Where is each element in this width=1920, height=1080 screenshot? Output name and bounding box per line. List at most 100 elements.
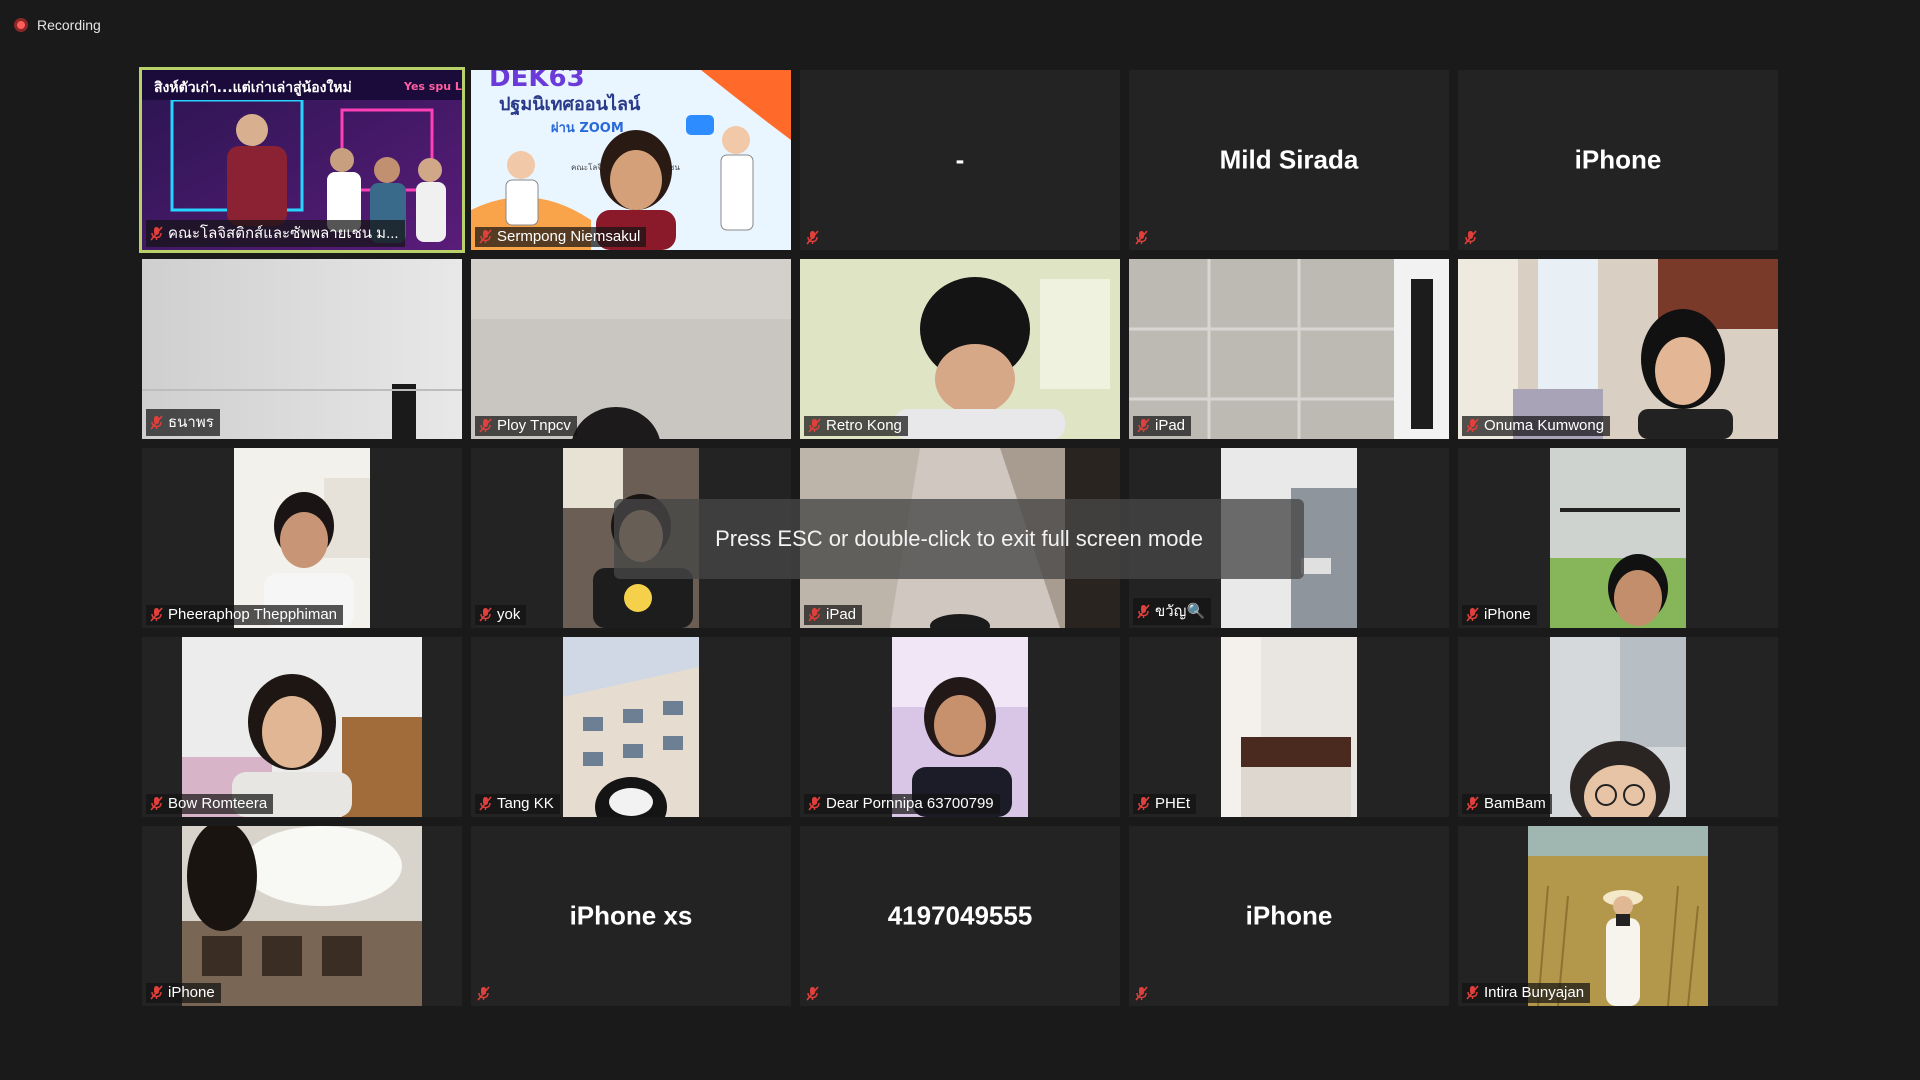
- participant-tile[interactable]: BamBam: [1458, 637, 1778, 817]
- participant-video: [1221, 637, 1357, 817]
- mic-muted-icon: [479, 229, 492, 244]
- stage-banner-text: สิงห์ตัวเก่า...แต่เก่าเล่าสู่น้องใหม่: [154, 78, 352, 96]
- participant-nametag: Pheeraphop Thepphiman: [146, 605, 344, 625]
- participant-nametag: PHEt: [1133, 794, 1197, 814]
- mic-muted-icon: [1464, 230, 1477, 245]
- participant-video: [1550, 448, 1686, 628]
- participant-name: yok: [497, 606, 521, 623]
- mic-muted-icon: [479, 418, 492, 433]
- participant-tile[interactable]: Mild Sirada: [1129, 70, 1449, 250]
- participant-tile[interactable]: Ploy Tnpcv: [471, 259, 791, 439]
- participant-tile[interactable]: สิงห์ตัวเก่า...แต่เก่าเล่าสู่น้องใหม่ Yes…: [139, 67, 465, 253]
- participant-nametag: Onuma Kumwong: [1462, 416, 1611, 436]
- participant-tile[interactable]: -: [800, 70, 1120, 250]
- mic-muted-icon: [1466, 796, 1479, 811]
- participant-name: iPad: [826, 606, 857, 623]
- mic-muted-icon: [1135, 986, 1148, 1001]
- stage-logo-text: Yes spu LOGISTICS: [403, 80, 462, 93]
- participant-nametag: iPhone: [146, 983, 221, 1003]
- mic-muted-icon: [808, 607, 821, 622]
- participant-video: [182, 637, 422, 817]
- participant-nametag: ขวัญ🔍: [1133, 598, 1212, 625]
- svg-text:ปฐมนิเทศออนไลน์: ปฐมนิเทศออนไลน์: [499, 93, 641, 116]
- participant-tile[interactable]: ธนาพร: [142, 259, 462, 439]
- participant-name: Ploy Tnpcv: [497, 417, 571, 434]
- mic-muted-icon: [1466, 607, 1479, 622]
- participant-nametag: iPhone: [1462, 605, 1537, 625]
- participant-tile[interactable]: Intira Bunyajan: [1458, 826, 1778, 1006]
- participant-nametag: iPad: [804, 605, 863, 625]
- participant-name: Bow Romteera: [168, 795, 268, 812]
- mic-muted-icon: [1466, 985, 1479, 1000]
- participant-video: [1129, 259, 1449, 439]
- participant-nametag: คณะโลจิสติกส์และซัพพลายเชน ม...: [146, 220, 405, 247]
- participant-video: [234, 448, 370, 628]
- participant-name: Onuma Kumwong: [1484, 417, 1605, 434]
- participant-name: ขวัญ🔍: [1155, 603, 1206, 620]
- participant-tile[interactable]: Onuma Kumwong: [1458, 259, 1778, 439]
- mic-muted-icon: [477, 986, 490, 1001]
- participant-nametag: Sermpong Niemsakul: [475, 227, 647, 247]
- mic-muted-icon: [806, 230, 819, 245]
- participant-display-name: 4197049555: [887, 900, 1033, 931]
- participant-nametag: Bow Romteera: [146, 794, 274, 814]
- mic-muted-icon: [150, 414, 163, 430]
- participant-name: Sermpong Niemsakul: [497, 228, 641, 245]
- participant-nametag: Dear Pornnipa 63700799: [804, 794, 1000, 814]
- participant-display-name: Mild Sirada: [1219, 144, 1359, 175]
- participant-name: Tang KK: [497, 795, 554, 812]
- participant-display-name: iPhone: [1574, 144, 1662, 175]
- participant-video: [471, 259, 791, 439]
- recording-indicator[interactable]: Recording: [14, 14, 101, 36]
- participant-tile[interactable]: iPhone xs: [471, 826, 791, 1006]
- participant-display-name: -: [955, 144, 965, 175]
- recording-icon: [14, 18, 28, 32]
- mic-muted-icon: [150, 225, 163, 241]
- participant-tile[interactable]: iPad: [1129, 259, 1449, 439]
- participant-tile[interactable]: Tang KK: [471, 637, 791, 817]
- participant-tile[interactable]: iPhone: [1458, 448, 1778, 628]
- participant-video: [1528, 826, 1708, 1006]
- fullscreen-exit-hint-text: Press ESC or double-click to exit full s…: [715, 526, 1203, 551]
- fullscreen-exit-hint: Press ESC or double-click to exit full s…: [614, 499, 1304, 579]
- mic-muted-icon: [150, 796, 163, 811]
- participant-tile[interactable]: iPhone: [1458, 70, 1778, 250]
- participant-tile[interactable]: Bow Romteera: [142, 637, 462, 817]
- participant-tile[interactable]: DEK63ปฐมนิเทศออนไลน์ผ่าน ZOOMคณะโลจิสติก…: [471, 70, 791, 250]
- mic-muted-icon: [479, 607, 492, 622]
- mic-muted-icon: [150, 607, 163, 622]
- participant-tile[interactable]: iPhone: [142, 826, 462, 1006]
- participant-name: Retro Kong: [826, 417, 902, 434]
- mic-muted-icon: [1137, 418, 1150, 433]
- svg-text:DEK63: DEK63: [489, 70, 585, 93]
- participant-name: Dear Pornnipa 63700799: [826, 795, 994, 812]
- participant-tile[interactable]: PHEt: [1129, 637, 1449, 817]
- mic-muted-icon: [806, 986, 819, 1001]
- mic-muted-icon: [479, 796, 492, 811]
- participant-video: [800, 259, 1120, 439]
- mic-muted-icon: [1466, 418, 1479, 433]
- mic-muted-icon: [1137, 796, 1150, 811]
- participant-nametag: Intira Bunyajan: [1462, 983, 1591, 1003]
- svg-text:ผ่าน ZOOM: ผ่าน ZOOM: [551, 121, 624, 136]
- participant-tile[interactable]: 4197049555: [800, 826, 1120, 1006]
- participant-video: [892, 637, 1028, 817]
- participant-video: [1458, 259, 1778, 439]
- participant-name: BamBam: [1484, 795, 1546, 812]
- participant-tile[interactable]: Retro Kong: [800, 259, 1120, 439]
- participant-video: [563, 637, 699, 817]
- participant-name: Pheeraphop Thepphiman: [168, 606, 338, 623]
- mic-muted-icon: [1135, 230, 1148, 245]
- participant-name: Intira Bunyajan: [1484, 984, 1585, 1001]
- participant-nametag: BamBam: [1462, 794, 1552, 814]
- participant-tile[interactable]: Dear Pornnipa 63700799: [800, 637, 1120, 817]
- mic-muted-icon: [150, 985, 163, 1000]
- participant-nametag: ธนาพร: [146, 409, 220, 436]
- participant-nametag: iPad: [1133, 416, 1192, 436]
- participant-name: iPhone: [1484, 606, 1531, 623]
- mic-muted-icon: [808, 418, 821, 433]
- participant-tile[interactable]: Pheeraphop Thepphiman: [142, 448, 462, 628]
- participant-nametag: Tang KK: [475, 794, 560, 814]
- participant-tile[interactable]: iPhone: [1129, 826, 1449, 1006]
- participant-name: iPhone: [168, 984, 215, 1001]
